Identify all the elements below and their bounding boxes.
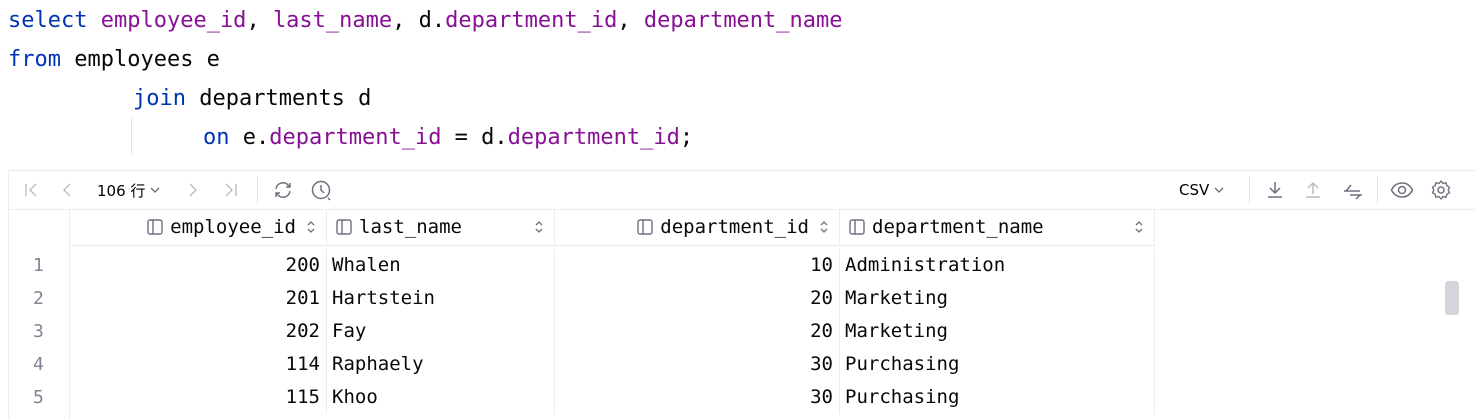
join-table: departments d [185,86,372,111]
row-number[interactable]: 4 [9,348,70,381]
column-header-label: department_name [872,216,1044,238]
column-header-label: last_name [359,216,462,238]
identifier-employee-id: employee_id [100,8,247,33]
cell-department-name[interactable]: Purchasing [840,348,1155,381]
cell-department-id[interactable]: 30 [555,381,840,414]
keyword-join: join [133,86,186,111]
row-number[interactable]: 5 [9,381,70,414]
results-toolbar: 106 行 CSV [9,171,1476,210]
column-icon [146,218,164,236]
cell-employee-id[interactable]: 200 [70,249,327,282]
code-line-3: join departments d [133,79,371,118]
cell-last-name[interactable]: Raphaely [327,348,555,381]
semicolon: ; [679,125,694,150]
cell-department-id[interactable]: 10 [555,249,840,282]
keyword-from: from [8,47,61,72]
column-icon [636,218,654,236]
cell-last-name[interactable]: Whalen [327,249,555,282]
row-count-dropdown[interactable]: 106 行 [97,171,161,209]
export-format-dropdown[interactable]: CSV [1179,171,1225,209]
alias-d: d. [418,8,446,33]
first-page-icon[interactable] [19,171,43,209]
cell-department-id[interactable]: 20 [555,315,840,348]
cell-department-name[interactable]: Administration [840,249,1155,282]
results-panel: 106 行 CSV employee_id last_name departme… [8,170,1476,419]
compare-icon[interactable] [1339,171,1367,209]
cell-last-name[interactable]: Fay [327,315,555,348]
sql-editor[interactable]: select employee_id, last_name, d.departm… [0,0,1476,170]
column-icon [335,218,353,236]
identifier-department-id: department_id [269,125,442,150]
code-line-2: from employees e [8,40,220,79]
identifier-department-id: department_id [445,8,618,33]
identifier-last-name: last_name [272,8,393,33]
prev-page-icon[interactable] [55,171,79,209]
refresh-icon[interactable] [269,171,297,209]
sort-icon[interactable] [819,220,829,234]
code-line-1: select employee_id, last_name, d.departm… [8,1,843,40]
comma: , [246,8,273,33]
comma: , [392,8,419,33]
last-page-icon[interactable] [219,171,243,209]
eye-icon[interactable] [1387,171,1417,209]
toolbar-separator [1377,177,1378,203]
row-number[interactable]: 3 [9,315,70,348]
toolbar-separator [1249,177,1250,203]
code-line-4: on e.department_id = d.department_id; [203,118,693,157]
result-grid[interactable]: employee_id last_name department_id depa… [9,209,1476,419]
keyword-on: on [203,125,230,150]
toolbar-separator [257,177,258,203]
sort-icon[interactable] [534,220,544,234]
from-tables: employees e [60,47,220,72]
column-header-department-name[interactable]: department_name [840,209,1155,246]
next-page-icon[interactable] [181,171,205,209]
row-number[interactable]: 1 [9,249,70,282]
column-header-last-name[interactable]: last_name [327,209,555,246]
cell-department-name[interactable]: Purchasing [840,381,1155,414]
history-icon[interactable] [307,171,335,209]
column-header-department-id[interactable]: department_id [555,209,840,246]
row-number[interactable]: 2 [9,282,70,315]
sort-icon[interactable] [1134,220,1144,234]
cell-department-id[interactable]: 30 [555,348,840,381]
column-header-employee-id[interactable]: employee_id [70,209,327,246]
gear-icon[interactable] [1427,171,1455,209]
cell-department-name[interactable]: Marketing [840,282,1155,315]
column-header-label: employee_id [170,216,296,238]
alias-e: e. [229,125,270,150]
equals-alias-d: = d. [441,125,508,150]
cell-department-id[interactable]: 20 [555,282,840,315]
cell-employee-id[interactable]: 114 [70,348,327,381]
identifier-department-id: department_id [507,125,680,150]
sort-icon[interactable] [306,220,316,234]
cell-last-name[interactable]: Hartstein [327,282,555,315]
cell-employee-id[interactable]: 201 [70,282,327,315]
cell-last-name[interactable]: Khoo [327,381,555,414]
identifier-department-name: department_name [643,8,843,33]
cell-employee-id[interactable]: 202 [70,315,327,348]
column-header-label: department_id [660,216,809,238]
comma: , [617,8,644,33]
cell-department-name[interactable]: Marketing [840,315,1155,348]
chevron-down-icon [149,184,161,196]
chevron-down-icon [1213,184,1225,196]
keyword-select: select [8,8,88,33]
cell-employee-id[interactable]: 115 [70,381,327,414]
row-count-label: 106 行 [97,181,146,200]
indent-guide [131,117,132,155]
export-format-label: CSV [1179,181,1210,199]
column-icon [848,218,866,236]
download-icon[interactable] [1261,171,1289,209]
upload-icon[interactable] [1299,171,1327,209]
vertical-scrollbar-thumb[interactable] [1445,281,1459,315]
